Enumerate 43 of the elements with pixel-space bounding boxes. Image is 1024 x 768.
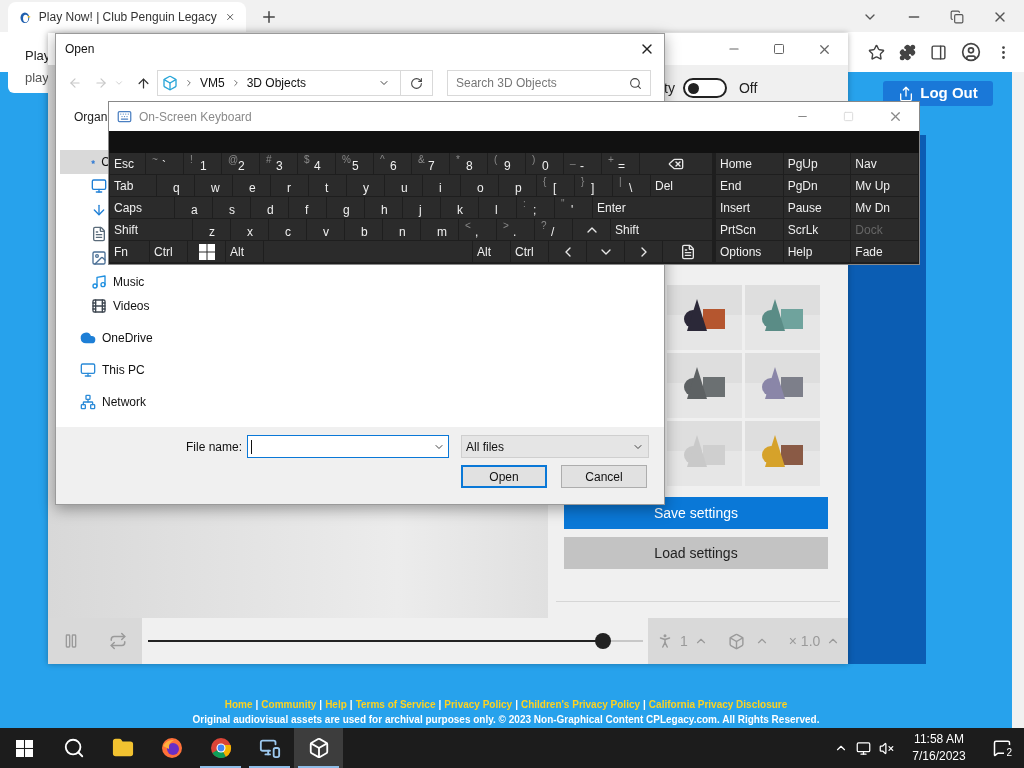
shift-symbol: # (266, 155, 272, 165)
shift-symbol: ( (494, 155, 498, 165)
separator: | (349, 698, 353, 712)
shift-symbol: > (503, 221, 509, 231)
shift-symbol: < (465, 221, 471, 231)
notification-text: play (25, 68, 50, 87)
separator: | (438, 698, 442, 712)
shift-symbol: } (581, 177, 585, 187)
shift-symbol: + (608, 155, 614, 165)
dialog-title: Open (65, 40, 96, 58)
shift-symbol: ~ (152, 155, 158, 165)
shift-symbol: % (342, 155, 351, 165)
animation-count: 1 (680, 631, 688, 651)
shift-symbol: { (543, 177, 547, 187)
shift-symbol: @ (228, 155, 239, 165)
nav-label: Music (113, 274, 145, 291)
shift-symbol: ^ (380, 155, 385, 165)
shift-symbol: * (456, 155, 460, 165)
shift-symbol: _ (570, 155, 576, 165)
shift-symbol: : (523, 199, 526, 209)
separator: | (319, 698, 323, 712)
separator: | (255, 698, 259, 712)
toggle-state: Off (738, 78, 758, 98)
copyright-text: Original audiovisual assets are used for archival purposes only. © 2023 Non-Graphical Content CPLegacy.com. All Rights Reserved. (192, 713, 820, 727)
nav-label: Network (102, 394, 146, 411)
tab-title: Play Now! | Club Penguin Legacy (38, 9, 217, 26)
window-title: On-Screen Keyboard (139, 108, 253, 126)
nav-label: OneDrive (102, 330, 153, 347)
shift-symbol: ? (541, 221, 547, 231)
search-placeholder: Search 3D Objects (456, 75, 558, 92)
separator: | (643, 698, 646, 712)
toggle-label: ty (664, 78, 675, 98)
nav-label: Videos (113, 298, 150, 315)
shift-symbol: " (561, 199, 565, 209)
speed-value: × 1.0 (788, 631, 821, 651)
separator: | (515, 698, 518, 712)
shift-symbol: ! (190, 155, 193, 165)
shift-symbol: & (418, 155, 425, 165)
nav-label: This PC (102, 362, 145, 379)
shift-symbol: | (619, 177, 622, 187)
shift-symbol: ) (532, 155, 536, 165)
shift-symbol: $ (304, 155, 310, 165)
file-name-label: File name: (186, 438, 243, 456)
